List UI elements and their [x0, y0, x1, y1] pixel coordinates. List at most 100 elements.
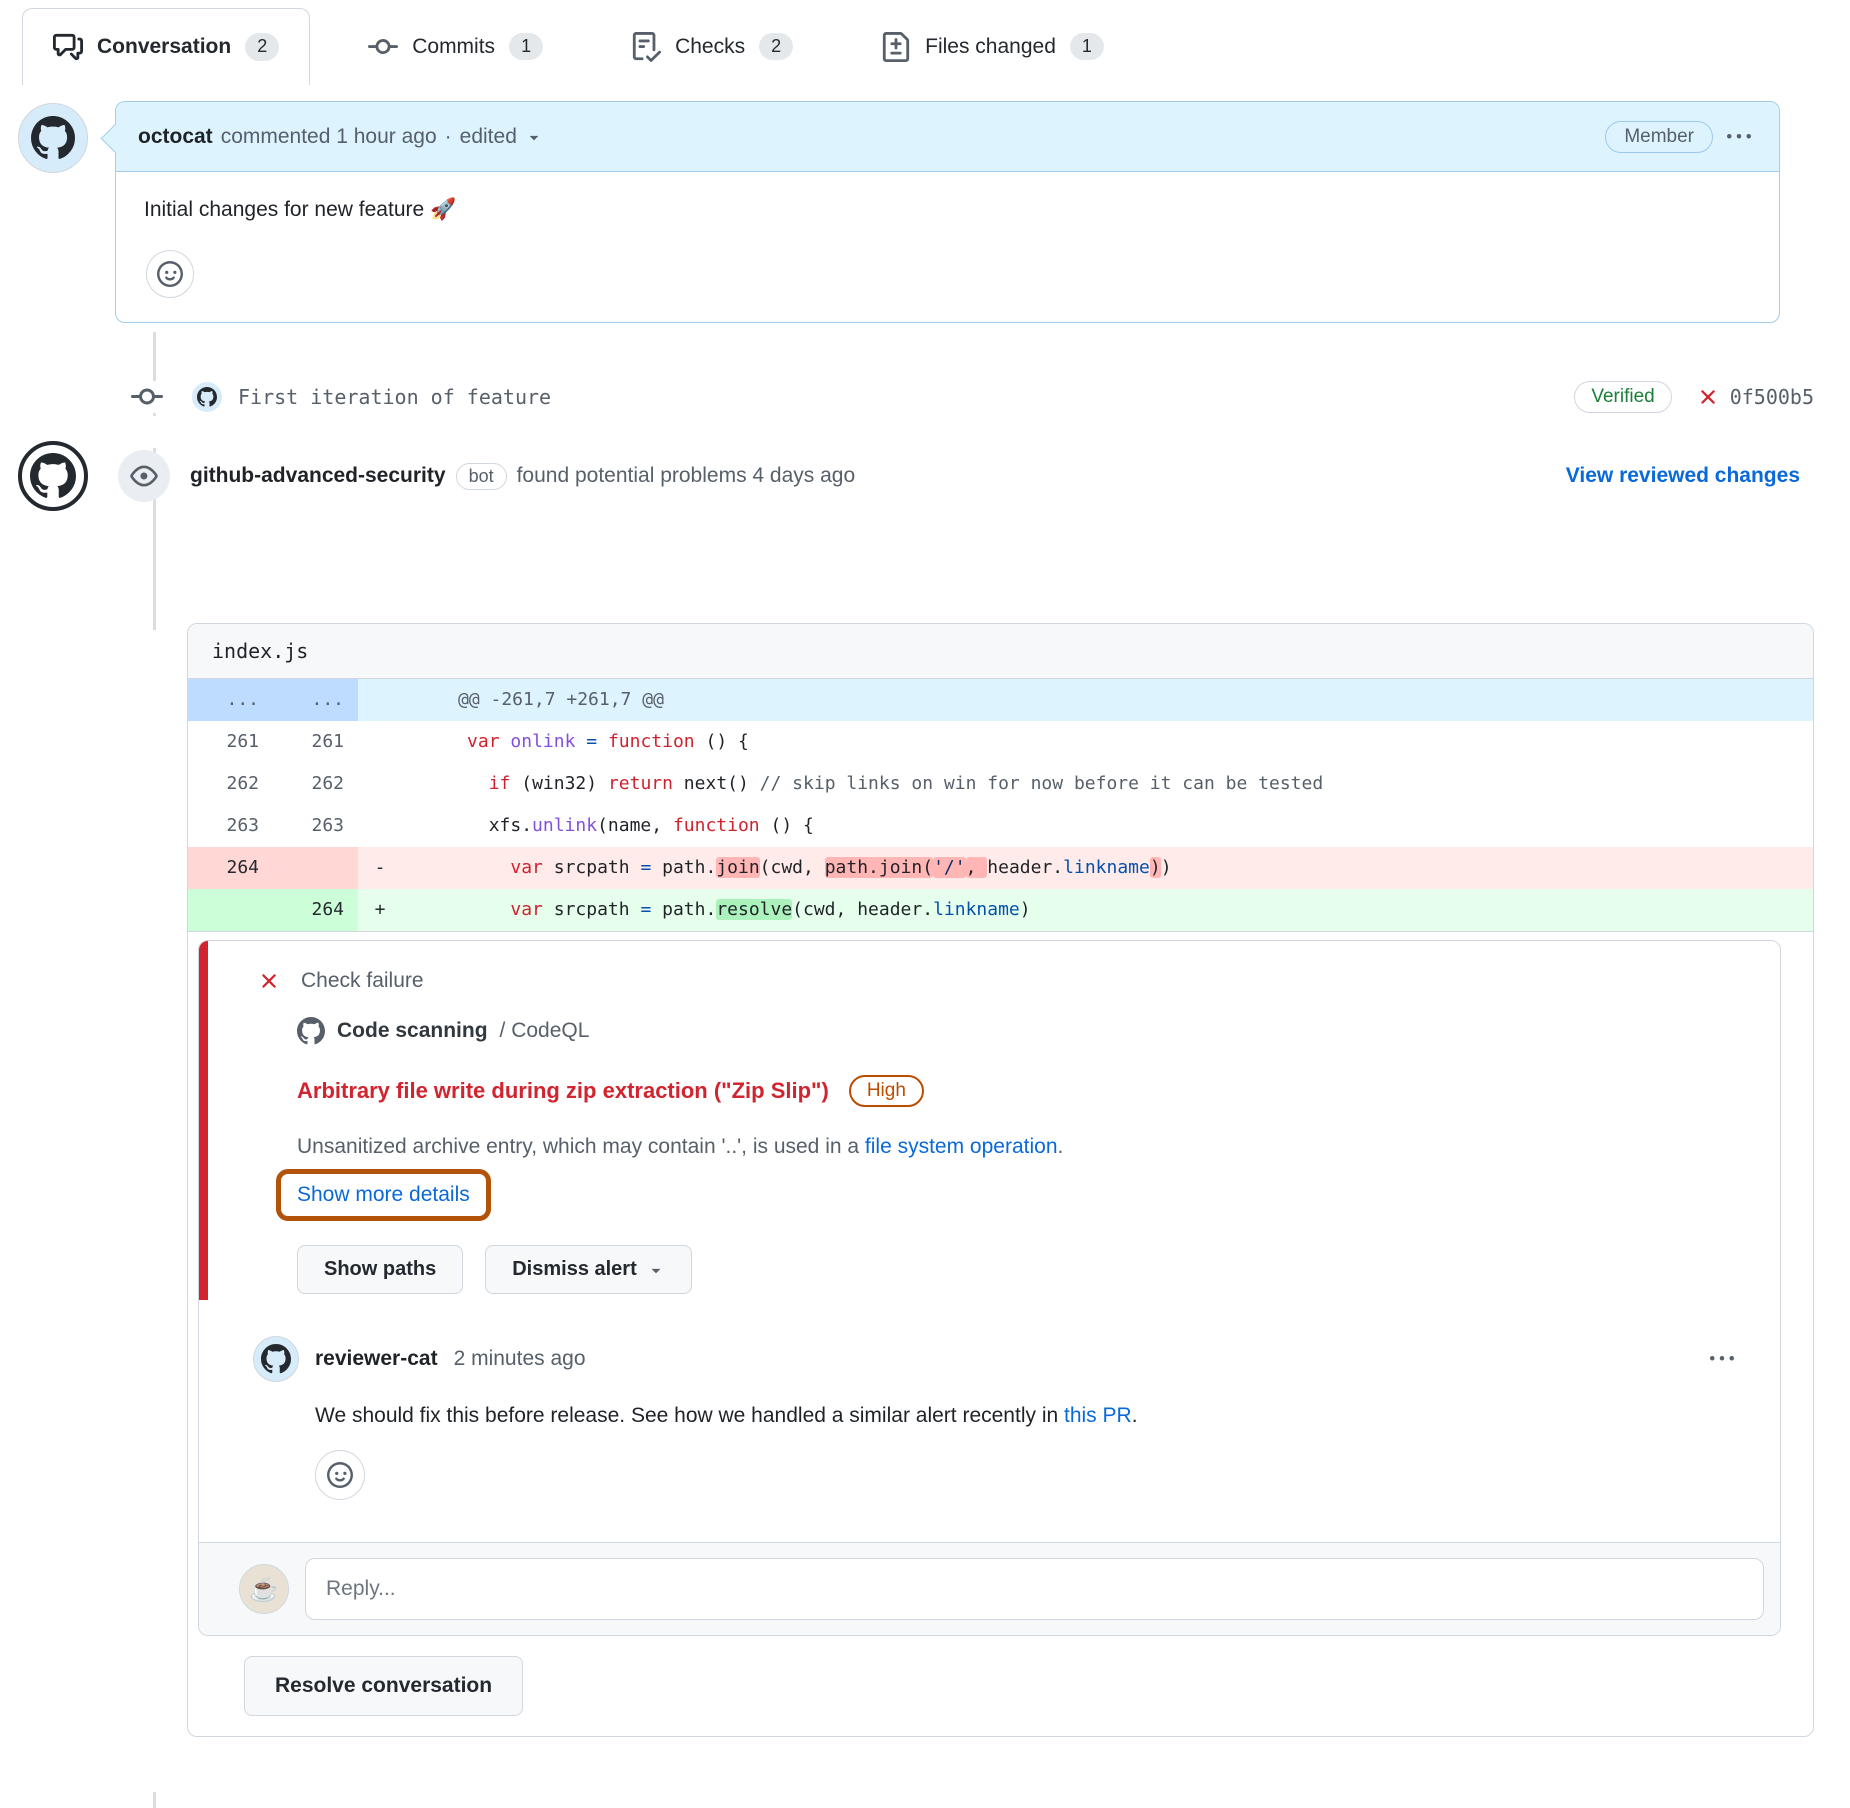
reply-bar: ☕ [199, 1542, 1780, 1635]
new-line-number[interactable]: 263 [273, 805, 358, 847]
tab-commits[interactable]: Commits 1 [338, 8, 573, 85]
pr-tab-bar: Conversation 2 Commits 1 Checks 2 Files … [0, 0, 1850, 85]
review-comment-author[interactable]: reviewer-cat [315, 1347, 438, 1371]
avatar: ☕ [239, 1564, 289, 1614]
checklist-icon [631, 32, 661, 62]
issue-comment: octocat commented 1 hour ago · edited Me… [115, 101, 1780, 323]
code-line: xfs.unlink(name, function () { [402, 805, 1813, 847]
code-line: var srcpath = path.resolve(cwd, header.l… [402, 889, 1813, 931]
github-mark-icon [297, 1017, 325, 1045]
view-reviewed-changes-link[interactable]: View reviewed changes [1566, 464, 1800, 488]
check-tool-suite: / CodeQL [500, 1019, 590, 1043]
add-reaction-button[interactable] [146, 250, 194, 298]
git-commit-icon [368, 32, 398, 62]
code-line: var srcpath = path.join(cwd, path.join('… [402, 847, 1813, 889]
this-pr-link[interactable]: this PR [1064, 1404, 1132, 1427]
new-line-number[interactable]: 261 [273, 721, 358, 763]
avatar[interactable] [192, 382, 222, 412]
review-thread-card: index.js ......@@ -261,7 +261,7 @@261261… [187, 623, 1814, 1737]
review-comment-time: 2 minutes ago [454, 1347, 586, 1371]
file-system-operation-link[interactable]: file system operation [865, 1135, 1058, 1158]
alert-description: Unsanitized archive entry, which may con… [297, 1135, 1756, 1159]
tab-label: Commits [412, 35, 495, 59]
diff-sign [358, 763, 402, 805]
old-line-number[interactable]: 264 [188, 847, 273, 889]
alert-title[interactable]: Arbitrary file write during zip extracti… [297, 1078, 829, 1104]
show-more-details-link[interactable]: Show more details [297, 1183, 470, 1206]
reply-input[interactable] [305, 1558, 1764, 1620]
resolve-conversation-button[interactable]: Resolve conversation [244, 1656, 523, 1716]
eye-icon [118, 450, 170, 502]
new-line-number[interactable]: 262 [273, 763, 358, 805]
tab-label: Checks [675, 35, 745, 59]
member-badge: Member [1605, 121, 1713, 153]
review-event: github-advanced-security bot found poten… [18, 441, 1800, 511]
kebab-menu-icon[interactable] [1721, 119, 1757, 155]
diff-file-name[interactable]: index.js [188, 624, 1813, 679]
edited-dropdown[interactable]: edited [460, 125, 517, 149]
tab-label: Conversation [97, 35, 231, 59]
diff-line-del: 264 - var srcpath = path.join(cwd, path.j… [188, 847, 1813, 889]
thread-section: Check failure Code scanning / CodeQL Arb… [188, 931, 1813, 1736]
verified-badge[interactable]: Verified [1574, 381, 1671, 413]
comment-header: octocat commented 1 hour ago · edited Me… [116, 102, 1779, 172]
avatar[interactable] [253, 1336, 299, 1382]
status-x-icon[interactable] [1696, 385, 1720, 409]
failure-severity-bar [199, 941, 208, 1300]
avatar[interactable] [18, 103, 88, 173]
show-paths-button[interactable]: Show paths [297, 1245, 463, 1294]
new-line-number[interactable]: 264 [273, 889, 358, 931]
old-line-number[interactable]: 261 [188, 721, 273, 763]
comment-text: Initial changes for new feature 🚀 [144, 198, 1755, 222]
diff-sign [358, 679, 402, 721]
comment-author[interactable]: octocat [138, 125, 213, 149]
git-commit-icon [128, 381, 166, 413]
bot-author[interactable]: github-advanced-security [190, 464, 446, 488]
file-diff-icon [881, 32, 911, 62]
review-comment: reviewer-cat 2 minutes ago We should fix… [199, 1300, 1780, 1516]
bot-badge: bot [456, 463, 507, 490]
review-comment-text: We should fix this before release. See h… [315, 1404, 1740, 1428]
old-line-number[interactable]: ... [188, 679, 273, 721]
tab-counter: 2 [759, 33, 793, 61]
diff-sign: - [358, 847, 402, 889]
review-action: found potential problems 4 days ago [517, 464, 856, 488]
commit-sha[interactable]: 0f500b5 [1730, 385, 1814, 409]
tab-counter: 2 [245, 33, 279, 61]
triangle-down-icon [647, 1261, 665, 1279]
diff-line-context: 263263 xfs.unlink(name, function () { [188, 805, 1813, 847]
new-line-number[interactable] [273, 847, 358, 889]
triangle-down-icon[interactable] [525, 128, 543, 146]
diff-sign [358, 721, 402, 763]
tab-files-changed[interactable]: Files changed 1 [851, 8, 1134, 85]
commit-message[interactable]: First iteration of feature [238, 385, 551, 409]
show-more-details-highlight-box: Show more details [276, 1169, 491, 1221]
diff-line-hunk: ...... @@ -261,7 +261,7 @@ [188, 679, 1813, 721]
diff-sign: + [358, 889, 402, 931]
diff-line-context: 261261 var onlink = function () { [188, 721, 1813, 763]
diff-line-context: 262262 if (win32) return next() // skip … [188, 763, 1813, 805]
comment-body: Initial changes for new feature 🚀 [116, 172, 1779, 322]
add-reaction-button[interactable] [315, 1450, 365, 1500]
timeline-line [153, 1792, 156, 1808]
check-status-label: Check failure [301, 969, 424, 993]
old-line-number[interactable] [188, 889, 273, 931]
new-line-number[interactable]: ... [273, 679, 358, 721]
check-annotation: Check failure Code scanning / CodeQL Arb… [199, 941, 1780, 1300]
diff-table: ...... @@ -261,7 +261,7 @@261261 var onli… [188, 679, 1813, 931]
old-line-number[interactable]: 263 [188, 805, 273, 847]
comment-discussion-icon [53, 32, 83, 62]
hunk-header: @@ -261,7 +261,7 @@ [402, 679, 1813, 721]
diff-line-add: 264+ var srcpath = path.resolve(cwd, hea… [188, 889, 1813, 931]
code-line: if (win32) return next() // skip links o… [402, 763, 1813, 805]
github-logo-avatar[interactable] [18, 441, 88, 511]
dismiss-alert-button[interactable]: Dismiss alert [485, 1245, 692, 1294]
check-tool-name[interactable]: Code scanning [337, 1019, 488, 1043]
kebab-menu-icon[interactable] [1704, 1341, 1740, 1377]
old-line-number[interactable]: 262 [188, 763, 273, 805]
comment-action: commented 1 hour ago [221, 125, 437, 149]
tab-conversation[interactable]: Conversation 2 [22, 8, 310, 85]
tab-checks[interactable]: Checks 2 [601, 8, 823, 85]
diff-sign [358, 805, 402, 847]
commit-event: First iteration of feature Verified 0f50… [128, 381, 1814, 413]
